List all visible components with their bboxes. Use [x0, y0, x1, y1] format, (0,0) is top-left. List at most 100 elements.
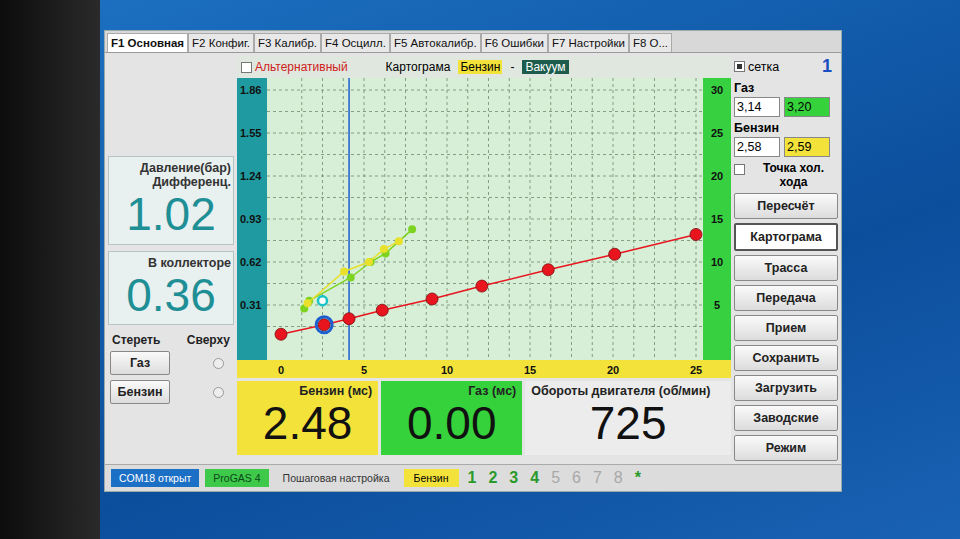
value-field-group: Бензин2,582,59 [734, 121, 838, 157]
right-panel: сетка1Газ3,143,20Бензин2,582,59Точка хол… [734, 56, 838, 461]
bottom-tick: 25 [690, 364, 702, 376]
grid-line [267, 240, 703, 241]
erase-row: Бензин [110, 380, 232, 404]
tab[interactable]: F4 Осцилл. [321, 33, 390, 52]
data-point[interactable] [690, 228, 702, 240]
bottom-tick: 15 [524, 364, 536, 376]
side-button[interactable]: Пересчёт [734, 193, 838, 219]
step-button[interactable]: 7 [590, 469, 605, 487]
step-button[interactable]: 3 [506, 469, 521, 487]
value-field[interactable]: 2,59 [784, 137, 830, 157]
right-tick: 10 [711, 256, 723, 268]
right-tick: 20 [711, 170, 723, 182]
radio-button[interactable] [213, 358, 224, 369]
bottom-tick: 10 [441, 364, 453, 376]
pressure-value: 0.36 [111, 270, 231, 321]
tab[interactable]: F3 Калибр. [254, 33, 321, 52]
tab[interactable]: F6 Ошибки [481, 33, 548, 52]
grid-line [267, 133, 703, 134]
data-point[interactable] [304, 299, 312, 307]
side-button[interactable]: Режим [734, 435, 838, 461]
bottom-axis [237, 360, 731, 378]
series [304, 237, 403, 307]
pressure-value: 1.02 [111, 189, 231, 240]
bottom-tick: 20 [607, 364, 619, 376]
map-number: 1 [822, 56, 838, 77]
data-point[interactable] [318, 319, 330, 331]
data-point[interactable] [275, 328, 287, 340]
tab[interactable]: F2 Конфиг. [188, 33, 254, 52]
side-button[interactable]: Передача [734, 285, 838, 311]
data-point[interactable] [426, 293, 438, 305]
right-tick: 25 [711, 127, 723, 139]
data-point[interactable] [365, 258, 373, 266]
readout: Обороты двигателя (об/мин)725 [525, 381, 731, 455]
side-button[interactable]: Заводские [734, 405, 838, 431]
tab[interactable]: F1 Основная [107, 33, 188, 52]
erase-header: СтеретьСверху [110, 333, 232, 351]
pressure-label: В коллекторе [111, 256, 231, 270]
grid-line [267, 111, 703, 112]
left-tick: 1.86 [240, 84, 261, 96]
mode-tag: Вакуум [522, 60, 568, 74]
fuel-tag: Бензин [458, 60, 502, 74]
value-field[interactable]: 3,20 [784, 97, 830, 117]
step-button[interactable]: 6 [569, 469, 584, 487]
data-point[interactable] [380, 245, 388, 253]
grid-checkbox[interactable]: сетка [734, 60, 779, 74]
data-point[interactable] [476, 280, 488, 292]
grid-line [530, 78, 531, 360]
data-point[interactable] [347, 273, 355, 281]
readouts: Бензин (мс)2.48Газ (мс)0.00Обороты двига… [237, 381, 731, 455]
grid-line [654, 78, 655, 360]
step-button[interactable]: 5 [548, 469, 563, 487]
selected-point-ring[interactable] [316, 317, 332, 333]
grid-line [267, 176, 703, 177]
side-button[interactable]: Прием [734, 315, 838, 341]
map-chart[interactable]: 0.310.620.931.241.551.865101520253005101… [237, 78, 731, 378]
data-point[interactable] [395, 237, 403, 245]
idle-checkbox[interactable]: Точка хол. хода [734, 161, 838, 189]
data-point[interactable] [542, 264, 554, 276]
grid-line [571, 78, 572, 360]
step-button[interactable]: 8 [611, 469, 626, 487]
laptop-screen: F1 ОсновнаяF2 Конфиг.F3 Калибр.F4 Осцилл… [0, 0, 960, 539]
data-point[interactable] [343, 313, 355, 325]
side-button[interactable]: Картограма [734, 223, 838, 251]
left-tick: 0.62 [240, 256, 261, 268]
tab[interactable]: F8 О... [629, 33, 672, 52]
data-point[interactable] [609, 248, 621, 260]
step-button[interactable]: 4 [527, 469, 542, 487]
bottom-tick: 0 [278, 364, 284, 376]
series-line [281, 234, 696, 334]
erase-button[interactable]: Газ [110, 351, 170, 375]
radio-button[interactable] [213, 387, 224, 398]
side-button[interactable]: Сохранить [734, 345, 838, 371]
side-button[interactable]: Трасса [734, 255, 838, 281]
fuel-button[interactable]: Бензин [404, 469, 459, 487]
step-button[interactable]: 1 [465, 469, 480, 487]
data-point[interactable] [340, 267, 348, 275]
grid-line [267, 90, 703, 91]
grid-line [267, 219, 703, 220]
tab[interactable]: F7 Настройки [548, 33, 629, 52]
desktop: F1 ОсновнаяF2 Конфиг.F3 Калибр.F4 Осцилл… [100, 0, 960, 539]
star-button[interactable]: * [632, 469, 644, 487]
side-button[interactable]: Загрузить [734, 375, 838, 401]
pressure-label: Давление(бар)Дифференц. [111, 161, 231, 189]
right-tick: 15 [711, 213, 723, 225]
pressure-block: Давление(бар)Дифференц.1.02 [108, 156, 234, 245]
readout: Бензин (мс)2.48 [237, 381, 378, 455]
tab[interactable]: F5 Автокалибр. [390, 33, 481, 52]
value-field[interactable]: 2,58 [734, 137, 780, 157]
data-point[interactable] [408, 225, 416, 233]
screen-bezel [0, 0, 100, 539]
left-axis [237, 78, 267, 360]
value-field[interactable]: 3,14 [734, 97, 780, 117]
alternative-checkbox[interactable]: Альтернативный [241, 60, 348, 74]
left-tick: 1.24 [240, 170, 262, 182]
data-point[interactable] [376, 304, 388, 316]
step-button[interactable]: 2 [485, 469, 500, 487]
erase-button[interactable]: Бензин [110, 380, 170, 404]
grid-line [267, 305, 703, 306]
